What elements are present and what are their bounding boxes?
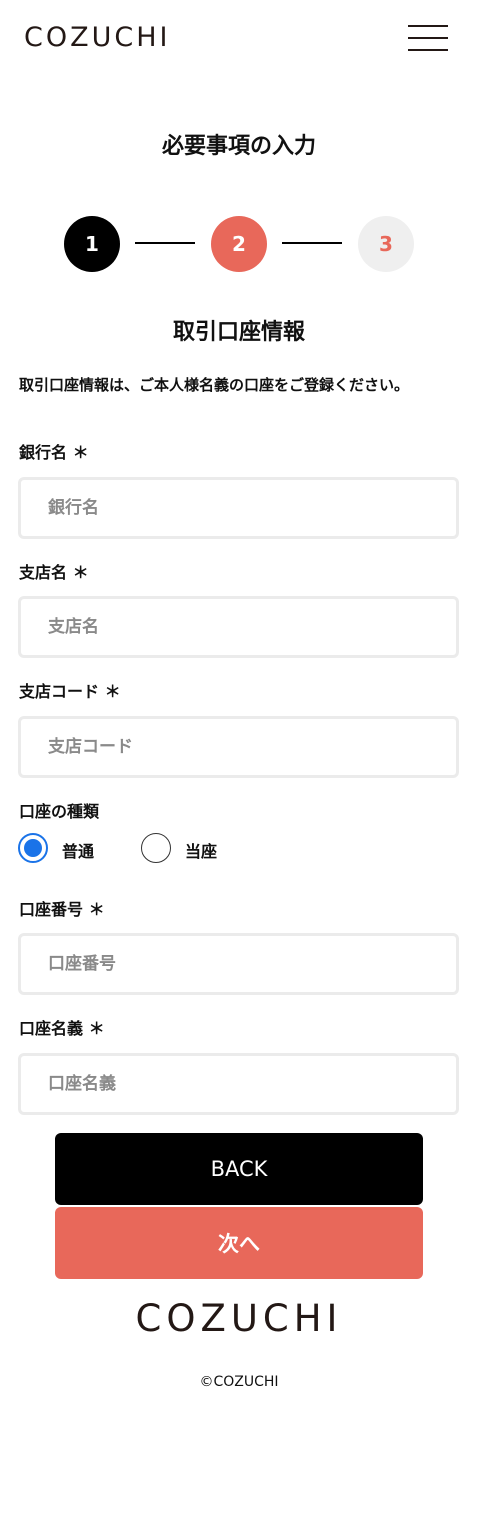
bank-name-input[interactable] (18, 477, 459, 539)
account-number-label: 口座番号 ＊ (19, 900, 105, 919)
account-type-radio-ordinary[interactable] (18, 833, 48, 863)
account-type-radio-current[interactable] (141, 833, 171, 863)
branch-code-input[interactable] (18, 716, 459, 778)
menu-bar-bottom (408, 49, 448, 51)
account-type-label: 口座の種類 (19, 802, 100, 821)
menu-bar-top (408, 25, 448, 27)
step-3-indicator: 3 (358, 216, 414, 272)
page-title: 必要事項の入力 (161, 134, 316, 159)
branch-name-input[interactable] (18, 596, 459, 658)
step-connector-1-2 (135, 242, 195, 244)
section-title: 取引口座情報 (172, 320, 305, 345)
back-button[interactable]: BACK (55, 1133, 423, 1205)
step-2-indicator: 2 (211, 216, 267, 272)
copyright-text: ©COZUCHI (199, 1374, 279, 1390)
bank-name-label: 銀行名 ＊ (19, 443, 89, 462)
account-note: 取引口座情報は、ご本人様名義の口座をご登録ください。 (19, 376, 410, 394)
branch-code-label: 支店コード ＊ (19, 682, 121, 701)
account-holder-label: 口座名義 ＊ (19, 1019, 105, 1038)
menu-bar-middle (408, 37, 448, 39)
account-number-input[interactable] (18, 933, 459, 995)
next-button[interactable]: 次へ (55, 1207, 423, 1279)
header-logo[interactable]: COZUCHI (24, 22, 170, 53)
account-holder-input[interactable] (18, 1053, 459, 1115)
footer-logo[interactable]: COZUCHI (0, 1297, 478, 1340)
step-connector-2-3 (282, 242, 342, 244)
hamburger-menu-icon[interactable] (408, 22, 448, 54)
account-type-current-label[interactable]: 当座 (185, 838, 217, 862)
account-type-ordinary-label[interactable]: 普通 (62, 838, 94, 862)
branch-name-label: 支店名 ＊ (19, 563, 89, 582)
step-1-indicator: 1 (64, 216, 120, 272)
